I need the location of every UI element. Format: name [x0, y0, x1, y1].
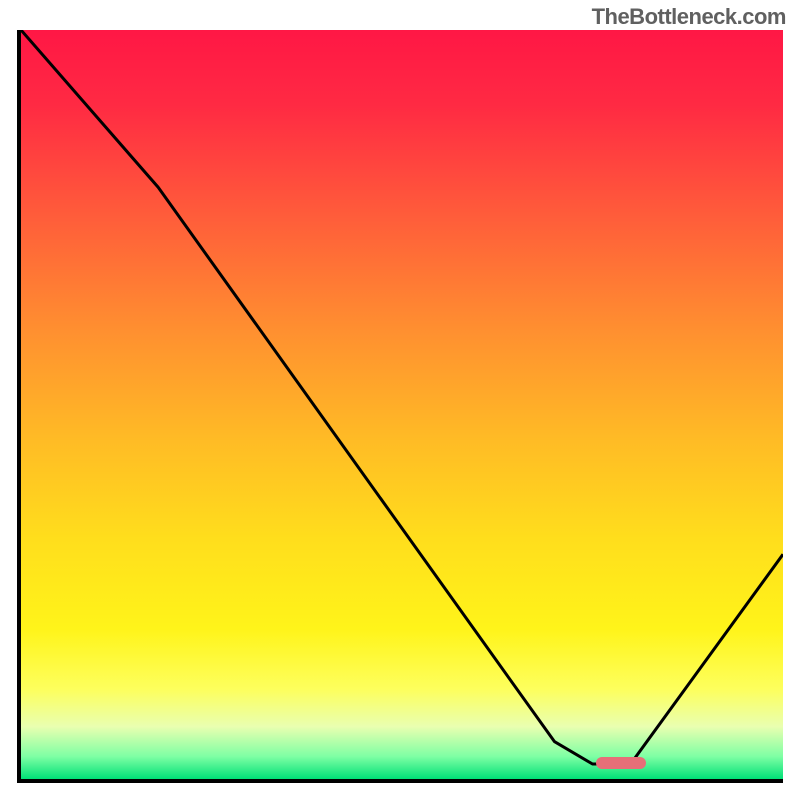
plot-axes [17, 30, 783, 783]
watermark-label: TheBottleneck.com [592, 4, 786, 30]
gradient-background [21, 30, 783, 779]
optimal-range-marker [596, 757, 646, 769]
chart-canvas [21, 30, 783, 779]
plot-inner [21, 30, 783, 779]
